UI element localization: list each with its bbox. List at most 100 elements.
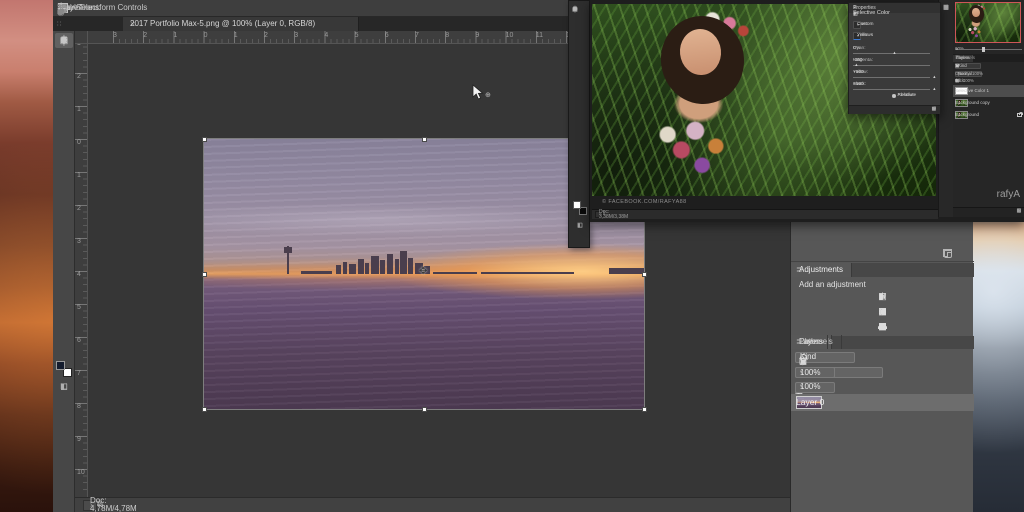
- transform-handle-middle-right[interactable]: [642, 272, 647, 277]
- foreground-background-swatches[interactable]: [56, 361, 72, 377]
- status-bar: 100% Doc: 4,78M/4,78M ›: [75, 497, 790, 512]
- properties-floating-panel: Properties ≣ ◧ ▧ Selective Color Preset:…: [848, 2, 941, 114]
- percent-sign: %: [856, 83, 860, 88]
- foreground-color-swatch[interactable]: [56, 361, 65, 370]
- delete-layer-icon[interactable]: ▯: [1018, 210, 1021, 215]
- layer-name: Selective Color 1: [955, 89, 989, 94]
- screen-mode-icon[interactable]: ❏: [577, 223, 582, 229]
- ruler-number: 11: [536, 32, 543, 39]
- overlay-opacity-value[interactable]: Opacity: 100%: [955, 72, 983, 76]
- chevron-down-icon: ▾: [800, 370, 803, 376]
- ruler-number: 2: [77, 73, 81, 80]
- overlay-document-size-field[interactable]: Doc: 3,38M/3,38M ›: [595, 211, 603, 218]
- transform-handle-bottom-left[interactable]: [202, 407, 207, 412]
- layer-name: Background: [955, 113, 979, 118]
- ruler-number: 6: [77, 337, 81, 344]
- slider-track[interactable]: ▲: [853, 64, 936, 67]
- layer-lock-icon: [1017, 113, 1022, 117]
- layer-filter-row: Kind ▾ ▣◑T❏◎: [791, 350, 974, 364]
- edit-toolbar-tool[interactable]: …: [55, 33, 73, 48]
- zoom-mini-tool[interactable]: ○: [570, 4, 580, 15]
- properties-adjustments-tabs: Properties Adjustments ≣: [791, 263, 974, 277]
- overlay-layers-tabs: Layers Channels Paths ≣: [953, 54, 1024, 62]
- chevron-down-icon: ▾: [800, 384, 803, 390]
- slider-track[interactable]: ▲: [853, 52, 936, 55]
- layer-row[interactable]: ◉ Selective Color 1: [953, 85, 1024, 97]
- ruler-number: 8: [445, 32, 449, 39]
- transform-handle-bottom-center[interactable]: [422, 407, 427, 412]
- filter-shape-layers-icon[interactable]: ❏: [955, 64, 959, 69]
- layer-row[interactable]: ◉ Background copy: [953, 97, 1024, 109]
- vibrance-icon[interactable]: ▽: [876, 292, 889, 301]
- vertical-ruler[interactable]: 321012345678910: [75, 44, 88, 497]
- ruler-number: 1: [77, 172, 81, 179]
- ruler-number: 0: [77, 139, 81, 146]
- overlay-blend-row: Normal ▾ Opacity: 100%: [953, 70, 1024, 78]
- color-lookup-icon[interactable]: ▦: [876, 307, 889, 316]
- chevron-down-icon: ▾: [857, 23, 859, 27]
- ruler-number: 2: [143, 32, 147, 39]
- overlay-layer-list: ◉ Selective Color 1 ◉ Background copy: [953, 85, 1024, 121]
- ruler-number: 1: [173, 32, 177, 39]
- navigator-thumbnail[interactable]: [955, 2, 1021, 43]
- percent-sign: %: [856, 47, 860, 52]
- document-size-value: Doc: 4,78M/4,78M: [90, 497, 137, 512]
- slider-track[interactable]: ▲: [853, 88, 936, 91]
- opacity-value: 100%: [800, 369, 820, 377]
- navigator-zoom-slider[interactable]: [955, 49, 1022, 50]
- layer-name: Background copy: [955, 101, 990, 106]
- layer-row-layer0[interactable]: Layer 0: [791, 394, 974, 411]
- ruler-number: 6: [385, 32, 389, 39]
- screen-mode-icon[interactable]: ❏: [60, 383, 67, 391]
- ruler-corner[interactable]: [75, 31, 88, 44]
- slider-thumb[interactable]: ▲: [932, 87, 936, 91]
- overlay-document-size-value: Doc: 3,38M/3,38M: [599, 210, 628, 220]
- transform-handle-top-left[interactable]: [202, 137, 207, 142]
- 3d-scale-icon[interactable]: ◉: [57, 8, 65, 17]
- document-size-field[interactable]: Doc: 4,78M/4,78M ›: [83, 500, 97, 511]
- ruler-number: 3: [294, 32, 298, 39]
- layer-row[interactable]: ◉ Background: [953, 109, 1024, 121]
- properties-panel-footer: ◧◉↺⊙▯: [849, 105, 940, 114]
- overlay-foreground-background-swatches[interactable]: [573, 201, 587, 215]
- overlay-fill-value[interactable]: Fill: 100%: [955, 79, 974, 83]
- slider-thumb[interactable]: ▲: [893, 51, 897, 55]
- image-copyright-text: © FACEBOOK.COM/RAFYA88: [602, 200, 687, 206]
- document-tab[interactable]: × 2017 Portfolio Max-5.png @ 100% (Layer…: [123, 17, 359, 31]
- slider-thumb[interactable]: ▲: [854, 63, 858, 67]
- lock-row: Lock: ▦✎✥❏ Fill: 100% ▾: [791, 381, 974, 393]
- layer-name: Layer 0: [796, 398, 824, 407]
- status-popup-arrow-icon[interactable]: ›: [599, 212, 601, 217]
- absolute-label: Absolute: [898, 94, 917, 99]
- zoom-in-icon[interactable]: ▲: [955, 47, 959, 51]
- transform-handle-top-center[interactable]: [422, 137, 427, 142]
- adjustments-panel-icon[interactable]: ◐: [944, 5, 948, 11]
- panel-menu-icon[interactable]: ≣: [791, 338, 808, 349]
- opacity-dropdown[interactable]: 100% ▾: [795, 367, 835, 378]
- gradient-map-icon[interactable]: ▬: [876, 322, 889, 331]
- move-cursor-icon: ✥: [419, 267, 427, 277]
- ruler-number: 2: [77, 205, 81, 212]
- status-popup-arrow-icon[interactable]: ›: [90, 502, 92, 509]
- overlay-layer-filter-row: Kind ▾ ▣ ◑ T ❏: [953, 62, 1024, 70]
- fill-dropdown[interactable]: 100% ▾: [795, 382, 835, 393]
- delete-adjustment-icon[interactable]: ▯: [933, 108, 936, 113]
- ruler-number: 4: [324, 32, 328, 39]
- slider-track[interactable]: ▲: [853, 76, 936, 79]
- preset-dropdown[interactable]: Custom ▾: [853, 21, 861, 29]
- colors-dropdown[interactable]: Yellows ▾: [853, 32, 861, 40]
- slider-thumb[interactable]: ▲: [932, 75, 936, 79]
- filter-smart-objects-icon[interactable]: ◎: [799, 357, 806, 366]
- transform-handle-bottom-right[interactable]: [642, 407, 647, 412]
- absolute-radio[interactable]: Absolute: [892, 94, 898, 101]
- foreground-color-swatch[interactable]: [573, 201, 581, 209]
- transform-handle-middle-left[interactable]: [202, 272, 207, 277]
- colors-value: Yellows: [857, 34, 873, 39]
- ruler-number: 3: [77, 238, 81, 245]
- ruler-number: 8: [77, 403, 81, 410]
- ruler-number: 10: [77, 469, 85, 476]
- overlay-document-area: © FACEBOOK.COM/RAFYA88 16% Doc: 3,38M/3,…: [590, 0, 1024, 222]
- ruler-number: 10: [506, 32, 514, 39]
- overlay-toolbar: ✥▭◌✦┼✐✚✎♜↺▱▥♦○✒T▻□☟○ ◧ ❏: [568, 0, 590, 248]
- panel-menu-icon[interactable]: ≣: [791, 266, 808, 277]
